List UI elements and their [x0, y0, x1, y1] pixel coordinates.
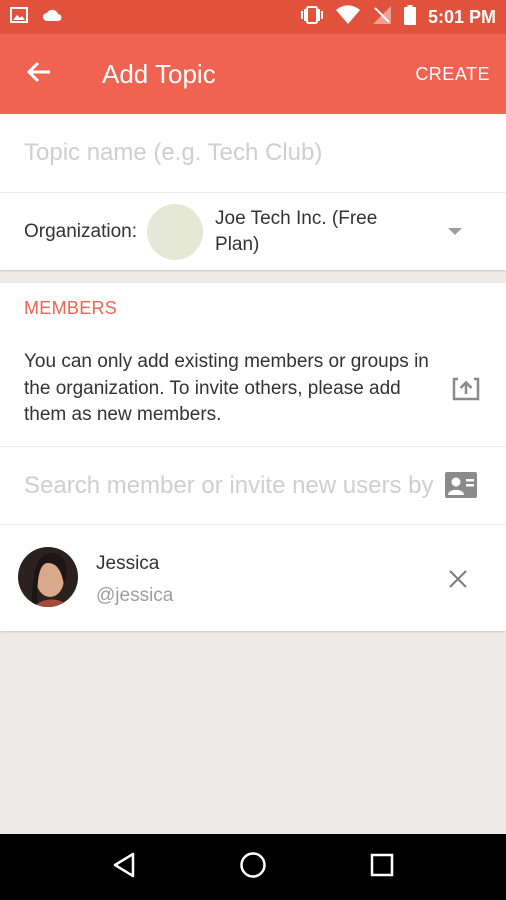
divider: [0, 446, 506, 447]
arrow-back-icon: [26, 59, 52, 90]
system-nav-bar: [0, 834, 506, 900]
recents-square-icon: [370, 853, 394, 882]
close-icon: [444, 570, 472, 597]
nav-home-button[interactable]: [233, 847, 273, 887]
topic-name-input[interactable]: [0, 114, 506, 192]
member-handle: @jessica: [96, 585, 174, 606]
invite-share-icon[interactable]: [452, 375, 480, 406]
cloud-icon: [42, 8, 62, 27]
create-button[interactable]: CREATE: [415, 64, 490, 85]
battery-icon: [403, 4, 416, 30]
nav-recents-button[interactable]: [362, 847, 402, 887]
app-bar: Add Topic CREATE: [0, 34, 506, 114]
member-name: Jessica: [96, 553, 160, 574]
members-info-text: You can only add existing members or gro…: [24, 351, 429, 425]
no-signal-icon: [372, 5, 392, 30]
member-list-item: Jessica @jessica: [0, 525, 506, 631]
member-avatar: [18, 547, 78, 607]
topic-card: Organization: Joe Tech Inc. (Free Plan): [0, 114, 506, 270]
image-icon: [10, 6, 28, 29]
back-triangle-icon: [112, 852, 136, 883]
members-section-title: MEMBERS: [24, 298, 118, 318]
contact-card-icon[interactable]: [444, 471, 478, 504]
nav-back-button[interactable]: [104, 847, 144, 887]
members-card: MEMBERS You can only add existing member…: [0, 283, 506, 631]
page-title: Add Topic: [102, 58, 216, 89]
remove-member-button[interactable]: [444, 565, 472, 593]
home-circle-icon: [239, 851, 267, 884]
vibrate-icon: [300, 5, 324, 30]
organization-avatar: [147, 203, 204, 260]
organization-label: Organization:: [24, 220, 138, 242]
dropdown-arrow-icon[interactable]: [448, 223, 462, 241]
status-time: 5:01 PM: [427, 6, 496, 27]
organization-name: Joe Tech Inc. (Free Plan): [215, 207, 378, 255]
back-button[interactable]: [0, 34, 78, 114]
wifi-icon: [335, 4, 360, 30]
member-search-input[interactable]: [0, 448, 506, 524]
organization-selector[interactable]: Organization: Joe Tech Inc. (Free Plan): [0, 193, 506, 270]
status-bar: 5:01 PM: [0, 0, 506, 34]
